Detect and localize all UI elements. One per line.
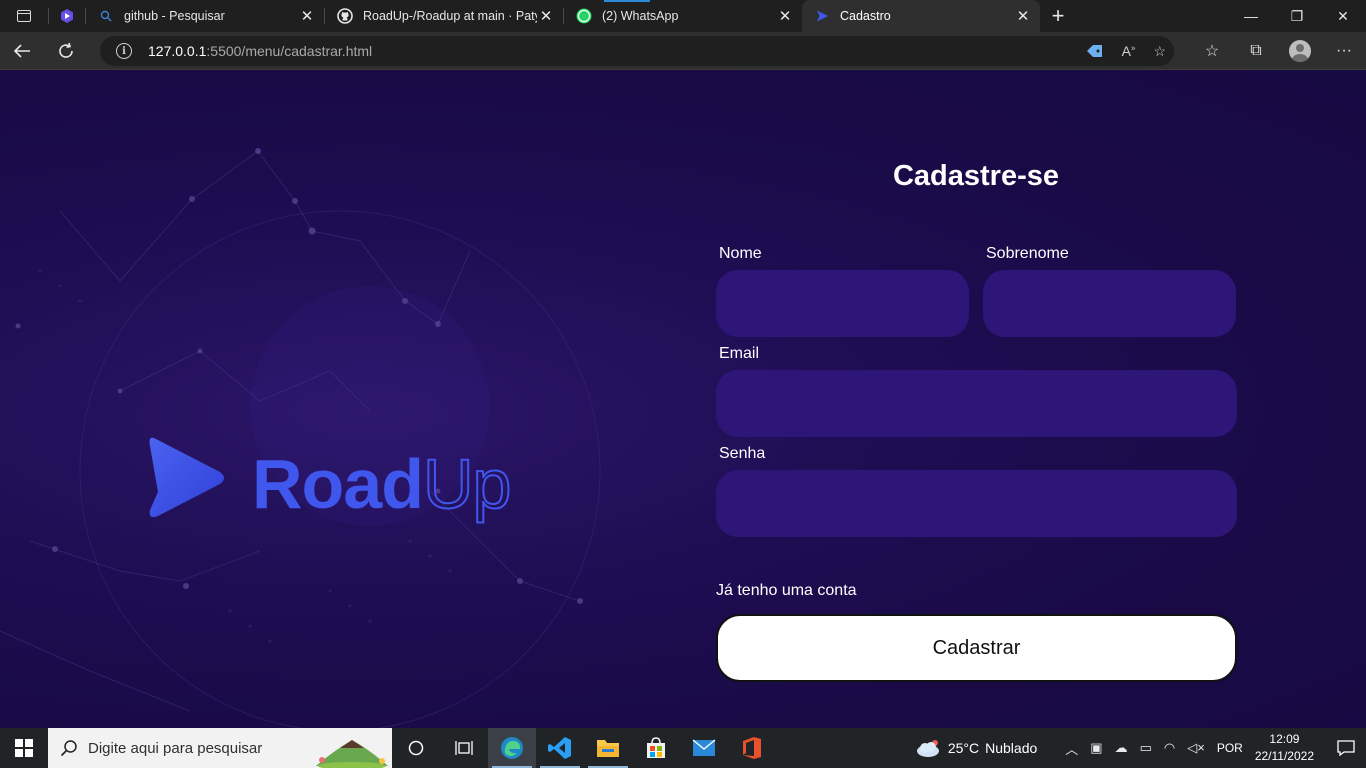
clock-date: 22/11/2022 — [1254, 749, 1314, 763]
favorites-icon[interactable]: ☆ — [1190, 41, 1234, 61]
last-name-input[interactable] — [983, 270, 1236, 337]
close-tab-icon[interactable]: ✕ — [298, 7, 316, 25]
tab-actions-button[interactable] — [0, 0, 48, 32]
site-info-icon[interactable]: i — [116, 43, 132, 59]
close-tab-icon[interactable]: ✕ — [537, 7, 555, 25]
notifications-button[interactable] — [1326, 740, 1366, 756]
windows-taskbar: Digite aqui para pesquisar 25°C Nublado … — [0, 728, 1366, 768]
first-name-input[interactable] — [716, 270, 969, 337]
back-arrow-icon — [13, 43, 30, 58]
browser-toolbar: i 127.0.0.1:5500/menu/cadastrar.html A» … — [0, 32, 1366, 70]
roadup-play-icon — [149, 437, 224, 518]
start-button[interactable] — [0, 728, 48, 768]
taskbar-office[interactable] — [728, 728, 776, 768]
profile-avatar[interactable] — [1289, 40, 1311, 62]
url-text: 127.0.0.1:5500/menu/cadastrar.html — [148, 43, 373, 59]
taskbar-edge[interactable] — [488, 728, 536, 768]
onedrive-cloud-icon[interactable]: ☁ — [1115, 740, 1128, 756]
register-button[interactable]: Cadastrar — [716, 614, 1237, 682]
taskbar-vscode[interactable] — [536, 728, 584, 768]
edge-browser-icon — [501, 737, 523, 759]
tab-github-search[interactable]: github - Pesquisar ✕ — [86, 0, 324, 32]
close-window-icon[interactable]: ✕ — [1320, 0, 1366, 32]
office-icon — [743, 737, 761, 759]
taskbar-microsoft-store[interactable] — [632, 728, 680, 768]
tab-cadastro[interactable]: Cadastro ✕ — [802, 0, 1040, 32]
taskbar-clock[interactable]: 12:09 22/11/2022 — [1255, 731, 1314, 765]
form-title: Cadastre-se — [892, 160, 1060, 192]
vscode-icon — [548, 737, 571, 759]
email-input[interactable] — [716, 370, 1237, 437]
password-label: Senha — [719, 445, 766, 462]
close-tab-icon[interactable]: ✕ — [776, 7, 794, 25]
window-controls: — ❐ ✕ — [1228, 0, 1366, 32]
input-language[interactable]: POR — [1217, 741, 1243, 755]
windows-logo-icon — [15, 739, 33, 757]
weather-widget[interactable]: 25°C Nublado — [916, 738, 1037, 758]
battery-icon[interactable]: ▭ — [1140, 740, 1152, 756]
roadup-icon — [814, 8, 830, 24]
camera-icon[interactable]: ▣ — [1090, 740, 1102, 756]
github-icon — [337, 8, 353, 24]
pinned-tab[interactable] — [49, 0, 85, 32]
page-content: RoadUp Cadastre-se Nome Sobrenome Email … — [0, 71, 1366, 728]
folder-icon — [597, 740, 619, 757]
tab-whatsapp[interactable]: (2) WhatsApp ✕ — [564, 0, 802, 32]
reload-button[interactable] — [44, 32, 88, 70]
cortana-circle-icon — [408, 740, 424, 756]
login-link[interactable]: Já tenho uma conta — [716, 582, 857, 600]
address-bar[interactable]: i 127.0.0.1:5500/menu/cadastrar.html A» … — [100, 36, 1174, 66]
tab-roadup-repo[interactable]: RoadUp-/Roadup at main · Patyh ✕ — [325, 0, 563, 32]
browser-tools: ☆ ⧉ ··· — [1190, 32, 1366, 70]
email-label: Email — [719, 345, 760, 362]
last-name-label: Sobrenome — [986, 245, 1069, 262]
network-globe-background — [0, 148, 601, 728]
back-button[interactable] — [0, 32, 44, 70]
tab-actions-icon — [17, 10, 31, 22]
volume-muted-icon[interactable]: ◁× — [1187, 740, 1205, 756]
task-view-button[interactable] — [440, 728, 488, 768]
chevron-up-icon[interactable]: ︿ — [1065, 739, 1078, 758]
logo-wordmark: RoadUp — [252, 444, 512, 524]
roadup-logo: RoadUp — [148, 436, 528, 526]
tab-loading-indicator — [604, 0, 650, 2]
close-tab-icon[interactable]: ✕ — [1014, 7, 1032, 25]
reload-icon — [59, 42, 73, 58]
taskbar-search-box[interactable]: Digite aqui para pesquisar — [48, 728, 392, 768]
more-options-icon[interactable]: ··· — [1322, 42, 1366, 60]
weather-temperature: 25°C — [947, 740, 980, 756]
collections-icon[interactable]: ⧉ — [1234, 42, 1278, 60]
mail-icon — [692, 739, 716, 756]
task-view-icon — [455, 741, 473, 755]
restore-icon[interactable]: ❐ — [1274, 0, 1320, 32]
read-aloud-icon[interactable]: A» — [1122, 43, 1136, 59]
browser-tab-strip: github - Pesquisar ✕ RoadUp-/Roadup at m… — [0, 0, 1366, 32]
search-icon — [60, 740, 77, 757]
password-input[interactable] — [716, 470, 1237, 537]
notification-icon — [1337, 740, 1355, 756]
store-icon — [647, 737, 665, 758]
cloudy-weather-icon — [916, 740, 939, 757]
weather-condition: Nublado — [985, 740, 1038, 756]
search-icon — [98, 8, 114, 24]
taskbar-file-explorer[interactable] — [584, 728, 632, 768]
task-view-button[interactable] — [392, 728, 440, 768]
search-highlight-illustration-icon — [312, 732, 392, 768]
tab-title: Cadastro — [840, 9, 891, 23]
new-tab-button[interactable]: + — [1040, 0, 1076, 32]
wifi-icon[interactable]: ◠ — [1164, 740, 1175, 756]
clock-time: 12:09 — [1269, 732, 1300, 746]
whatsapp-icon — [576, 8, 592, 24]
tab-title: RoadUp-/Roadup at main · Patyh — [363, 9, 537, 23]
taskbar-mail[interactable] — [680, 728, 728, 768]
pinned-app-icon — [61, 9, 73, 23]
first-name-label: Nome — [719, 245, 762, 262]
system-tray: 25°C Nublado ︿ ▣ ☁ ▭ ◠ ◁× POR 12:09 22/1… — [916, 728, 1366, 768]
coupon-tag-icon[interactable] — [1086, 43, 1104, 59]
tab-title: (2) WhatsApp — [602, 9, 679, 23]
minimize-icon[interactable]: — — [1228, 0, 1274, 32]
search-placeholder: Digite aqui para pesquisar — [88, 739, 263, 757]
add-favorite-icon[interactable]: ☆ — [1153, 43, 1166, 60]
tab-title: github - Pesquisar — [124, 9, 225, 23]
